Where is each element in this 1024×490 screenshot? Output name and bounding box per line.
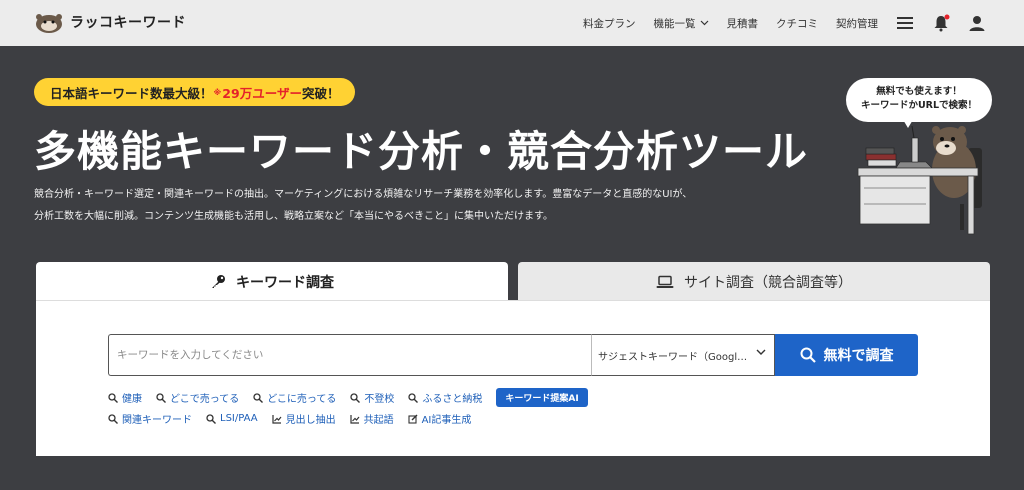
hero-title: 多機能キーワード分析・競合分析ツール [34,127,809,176]
tool-link-label: 見出し抽出 [285,415,336,426]
badge-prefix: 日本語キーワード数最大級！ [50,85,213,101]
search-icon [108,413,118,424]
quick-link-futoukou[interactable]: 不登校 [350,390,394,405]
nav-pricing[interactable]: 料金プラン [583,16,636,31]
quick-link-label: どこで売ってる [170,394,240,405]
search-icon [800,347,816,363]
tab-site-research[interactable]: サイト調査（競合調査等） [518,262,990,302]
speech-bubble-line1: 無料でも使えます！ [876,86,962,97]
search-icon [206,413,216,424]
nav-features-label: 機能一覧 [653,17,696,30]
key-icon [212,275,225,288]
quick-link-label: 不登校 [364,394,395,405]
quick-link-furusato[interactable]: ふるさと納税 [408,390,482,405]
free-search-button[interactable]: 無料で調査 [775,334,918,376]
quick-link-label: 健康 [122,394,142,405]
tool-link-label: AI記事生成 [421,415,472,426]
hero-description: 競合分析・キーワード選定・関連キーワードの抽出。マーケティングにおける煩雑なリサ… [34,184,794,228]
search-icon [408,392,419,403]
otter-logo-icon [36,14,62,33]
search-icon [156,392,166,403]
user-icon[interactable] [968,14,986,32]
tool-links-row: 関連キーワード LSI/PAA 見出し抽出 共起語 AI記事生成 [108,411,485,426]
nav-contract[interactable]: 契約管理 [836,16,878,31]
quick-link-kenkou[interactable]: 健康 [108,390,142,405]
chevron-down-icon [700,20,708,26]
badge-suffix: 突破！ [301,85,340,101]
tool-link-label: 関連キーワード [122,415,192,426]
search-type-select[interactable]: サジェストキーワード（Googl… [591,334,775,376]
nav-quote[interactable]: 見積書 [727,16,759,31]
tool-link-lsi-paa[interactable]: LSI/PAA [206,413,258,424]
search-panel: サジェストキーワード（Googl… 無料で調査 健康 どこで売ってる どこに売っ… [36,300,990,456]
badge-note-mark: ※ [213,87,222,97]
tool-link-cooccurrence[interactable]: 共起語 [349,411,394,426]
tool-link-heading-extract[interactable]: 見出し抽出 [271,411,336,426]
logo-text: ラッコキーワード [70,15,186,31]
user-count-badge: 日本語キーワード数最大級！ ※ 29万ユーザー 突破！ [34,78,356,106]
keyword-suggest-ai-button[interactable]: キーワード提案AI [496,388,588,407]
chart-icon [271,414,282,424]
laptop-icon [656,275,674,288]
edit-icon [408,414,418,424]
nav-reviews[interactable]: クチコミ [776,16,818,31]
hero-description-line1: 競合分析・キーワード選定・関連キーワードの抽出。マーケティングにおける煩雑なリサ… [34,189,693,200]
tool-link-ai-article[interactable]: AI記事生成 [408,411,472,426]
tab-site-research-label: サイト調査（競合調査等） [684,275,852,291]
site-header: ラッコキーワード 料金プラン 機能一覧 見積書 クチコミ 契約管理 [0,0,1024,46]
search-bar: サジェストキーワード（Googl… 無料で調査 [108,334,918,376]
tool-link-label: 共起語 [363,415,394,426]
otter-at-desk-illustration [857,125,982,235]
bell-icon[interactable] [932,14,950,32]
menu-icon[interactable] [896,14,914,32]
badge-user-count: 29万ユーザー [222,85,302,101]
chart-icon [349,414,360,424]
main-nav: 料金プラン 機能一覧 見積書 クチコミ 契約管理 [565,0,986,46]
tab-keyword-research-label: キーワード調査 [236,275,334,291]
nav-features[interactable]: 機能一覧 [654,16,709,31]
quick-link-dokoni[interactable]: どこに売ってる [253,390,336,405]
free-search-button-label: 無料で調査 [823,348,894,364]
quick-link-label: どこに売ってる [267,394,337,405]
search-icon [350,392,361,403]
tab-keyword-research[interactable]: キーワード調査 [36,262,508,302]
search-icon [108,392,118,403]
popular-keywords-row: 健康 どこで売ってる どこに売ってる 不登校 ふるさと納税 キーワード提案AI [108,388,588,407]
tool-link-related-keywords[interactable]: 関連キーワード [108,411,192,426]
quick-link-label: ふるさと納税 [422,394,483,405]
hero-description-line2: 分析工数を大幅に削減。コンテンツ生成機能も活用し、戦略立案など「本当にやるべきこ… [34,211,553,222]
search-type-value: サジェストキーワード（Googl… [598,351,748,363]
quick-link-dokode[interactable]: どこで売ってる [156,390,239,405]
chevron-down-icon [756,349,766,355]
tool-link-label: LSI/PAA [220,413,258,424]
logo[interactable]: ラッコキーワード [34,10,186,34]
keyword-search-input[interactable] [108,334,591,376]
search-icon [253,392,264,403]
